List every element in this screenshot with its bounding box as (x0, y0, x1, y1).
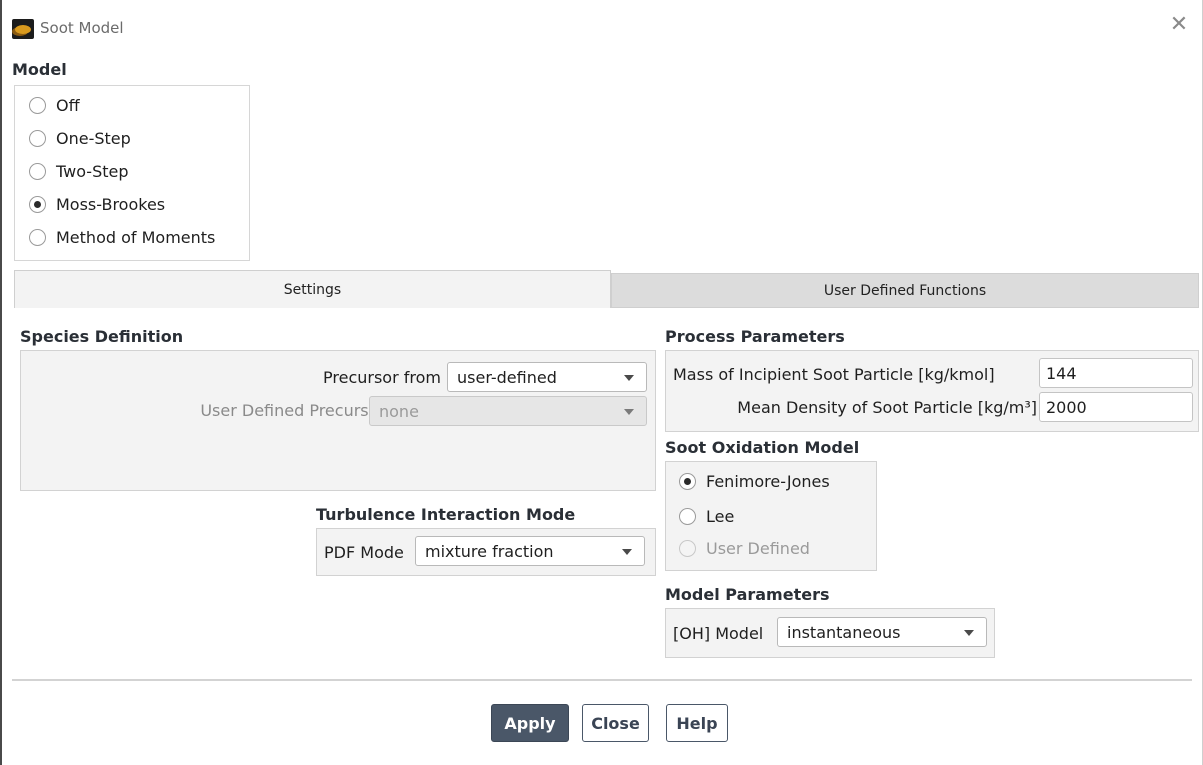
window-title: Soot Model (40, 19, 124, 37)
radio-button[interactable] (679, 507, 696, 525)
help-button[interactable]: Help (666, 704, 728, 742)
model-option-label: Moss-Brookes (56, 194, 166, 214)
precursor-from-dropdown[interactable]: user-defined (447, 362, 647, 392)
model-option-method-of-moments[interactable]: Method of Moments (29, 226, 215, 248)
chevron-down-icon (624, 409, 634, 415)
turbulence-group: PDF Mode mixture fraction (316, 528, 656, 576)
chevron-down-icon (624, 375, 634, 381)
chevron-down-icon (622, 549, 632, 555)
oxidation-option-label: Lee (706, 506, 735, 526)
radio-button-selected[interactable] (29, 195, 46, 213)
process-group: Mass of Incipient Soot Particle [kg/kmol… (665, 350, 1199, 432)
oh-model-value: instantaneous (787, 622, 901, 642)
oh-model-label: [OH] Model (673, 624, 764, 643)
model-option-one-step[interactable]: One-Step (29, 127, 131, 149)
pdf-mode-label: PDF Mode (324, 543, 404, 562)
turbulence-section-label: Turbulence Interaction Mode (316, 505, 576, 524)
radio-button[interactable] (29, 162, 46, 180)
udf-precursor-label: User Defined Precursor (200, 401, 385, 420)
udf-precursor-value: none (379, 401, 419, 421)
radio-button[interactable] (29, 96, 46, 114)
app-logo-icon (12, 19, 34, 39)
model-radio-group: Off One-Step Two-Step Moss-Brookes Metho… (14, 85, 250, 261)
oxidation-section-label: Soot Oxidation Model (665, 438, 860, 457)
oh-model-dropdown[interactable]: instantaneous (777, 617, 987, 647)
model-option-label: Off (56, 95, 80, 115)
process-section-label: Process Parameters (665, 327, 845, 346)
tab-settings[interactable]: Settings (14, 270, 611, 308)
oxidation-option-fenimore-jones[interactable]: Fenimore-Jones (679, 470, 830, 492)
radio-button[interactable] (679, 539, 696, 557)
udf-precursor-dropdown[interactable]: none (369, 396, 647, 426)
oxidation-option-user-defined[interactable]: User Defined (679, 537, 810, 559)
radio-button[interactable] (29, 228, 46, 246)
species-group: Precursor from user-defined User Defined… (20, 350, 656, 491)
model-option-label: Two-Step (56, 161, 129, 181)
model-option-label: One-Step (56, 128, 131, 148)
radio-button[interactable] (29, 129, 46, 147)
oxidation-option-label: User Defined (706, 538, 810, 558)
title-bar: Soot Model ✕ (2, 0, 1202, 58)
mass-input[interactable]: 144 (1039, 358, 1193, 388)
oxidation-option-label: Fenimore-Jones (706, 471, 830, 491)
precursor-from-label: Precursor from (323, 368, 441, 387)
chevron-down-icon (964, 630, 974, 636)
footer-divider (12, 679, 1192, 681)
model-params-group: [OH] Model instantaneous (665, 608, 995, 658)
close-button[interactable]: Close (582, 704, 649, 742)
apply-button[interactable]: Apply (491, 704, 569, 742)
density-label: Mean Density of Soot Particle [kg/m³] (737, 398, 1037, 417)
close-icon[interactable]: ✕ (1168, 14, 1190, 36)
mass-label: Mass of Incipient Soot Particle [kg/kmol… (673, 365, 995, 384)
precursor-from-value: user-defined (457, 367, 557, 387)
model-option-label: Method of Moments (56, 227, 216, 247)
density-input[interactable]: 2000 (1039, 392, 1193, 422)
model-section-label: Model (12, 60, 67, 79)
model-option-moss-brookes[interactable]: Moss-Brookes (29, 193, 165, 215)
oxidation-option-lee[interactable]: Lee (679, 505, 734, 527)
species-section-label: Species Definition (20, 327, 184, 346)
pdf-mode-value: mixture fraction (425, 541, 554, 561)
model-option-two-step[interactable]: Two-Step (29, 160, 129, 182)
tab-user-defined-functions[interactable]: User Defined Functions (611, 273, 1199, 308)
soot-model-dialog: Soot Model ✕ Model Off One-Step Two-Step… (0, 0, 1203, 765)
model-params-section-label: Model Parameters (665, 585, 830, 604)
oxidation-group: Fenimore-Jones Lee User Defined (665, 461, 877, 571)
pdf-mode-dropdown[interactable]: mixture fraction (415, 536, 645, 566)
model-option-off[interactable]: Off (29, 94, 80, 116)
radio-button-selected[interactable] (679, 472, 696, 490)
